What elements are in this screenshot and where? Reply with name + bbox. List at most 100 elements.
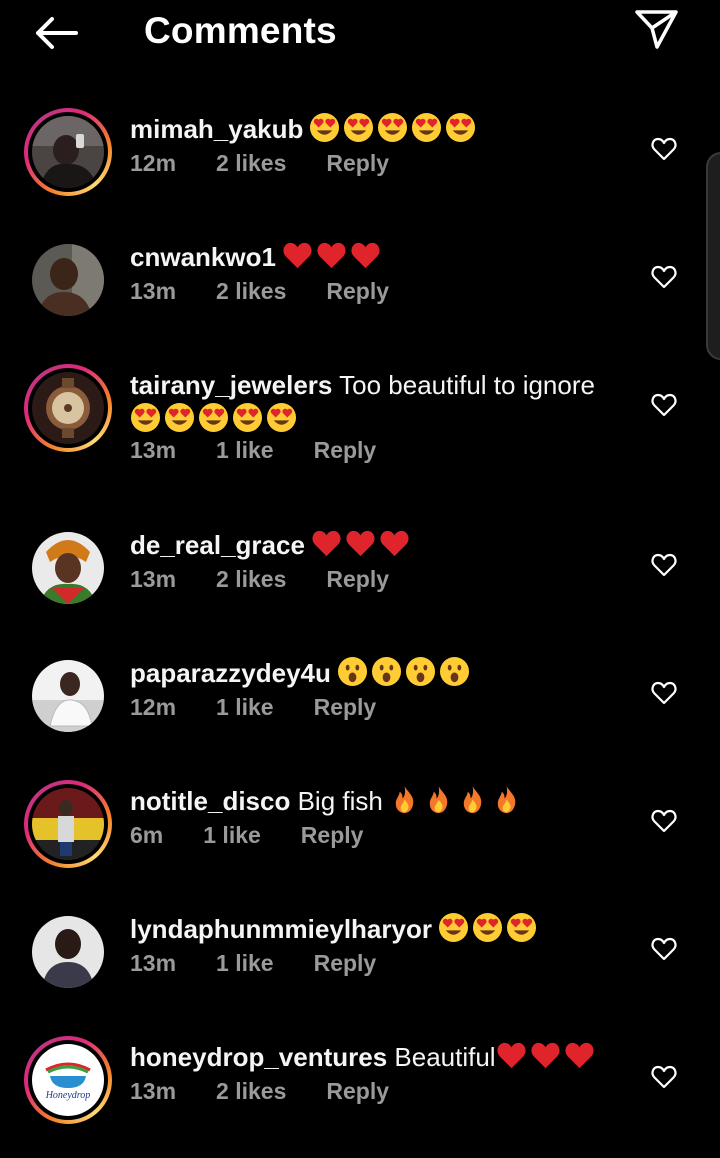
heart-eyes-emoji-icon: [164, 402, 195, 433]
comment-meta: 12m 2 likes Reply: [130, 150, 630, 177]
emoji-group: [389, 784, 522, 815]
likes-count[interactable]: 1 like: [203, 822, 261, 849]
heart-eyes-emoji-icon: [506, 912, 536, 943]
reply-button[interactable]: Reply: [314, 437, 377, 464]
like-button[interactable]: [648, 934, 680, 964]
comment-meta: 13m 2 likes Reply: [130, 566, 630, 593]
red-heart-emoji-icon: [351, 242, 380, 269]
like-button[interactable]: [648, 262, 680, 292]
likes-count[interactable]: 1 like: [216, 694, 274, 721]
likes-count[interactable]: 2 likes: [216, 278, 286, 305]
username[interactable]: honeydrop_ventures: [130, 1042, 387, 1072]
avatar[interactable]: Honeydrop: [24, 1036, 112, 1124]
comment-text: tairany_jewelers Too beautiful to ignore: [130, 368, 630, 433]
username[interactable]: de_real_grace: [130, 530, 305, 560]
comment-meta: 6m 1 like Reply: [130, 822, 630, 849]
share-button[interactable]: [628, 4, 684, 54]
heart-outline-icon: [651, 137, 677, 161]
heart-outline-icon: [651, 553, 677, 577]
username[interactable]: lyndaphunmmieylharyor: [130, 914, 432, 944]
comment-time: 13m: [130, 950, 177, 976]
red-heart-emoji-icon: [317, 242, 346, 269]
like-button[interactable]: [648, 134, 680, 164]
likes-count[interactable]: 1 like: [216, 950, 274, 977]
comment-message: Beautiful: [394, 1042, 496, 1072]
like-button[interactable]: [648, 678, 680, 708]
profile-photo: [32, 116, 104, 188]
reply-button[interactable]: Reply: [326, 150, 389, 177]
red-heart-emoji-icon: [312, 530, 341, 557]
comment-text: honeydrop_ventures Beautiful: [130, 1040, 630, 1074]
comment-time: 6m: [130, 822, 164, 848]
logo-text: Honeydrop: [45, 1090, 91, 1101]
likes-count[interactable]: 2 likes: [216, 150, 286, 177]
like-button[interactable]: [648, 390, 680, 420]
emoji-group: [496, 1040, 595, 1071]
red-heart-emoji-icon: [283, 242, 312, 269]
avatar[interactable]: [24, 108, 112, 196]
likes-count[interactable]: 2 likes: [216, 1078, 286, 1105]
comment-time: 13m: [130, 278, 177, 304]
profile-photo: [32, 532, 104, 604]
red-heart-emoji-icon: [531, 1042, 560, 1069]
username[interactable]: mimah_yakub: [130, 114, 303, 144]
comment-text: de_real_grace: [130, 528, 630, 562]
heart-eyes-emoji-icon: [198, 402, 229, 433]
astonished-emoji-icon: [405, 656, 435, 687]
username[interactable]: tairany_jewelers: [130, 370, 332, 400]
reply-button[interactable]: Reply: [326, 278, 389, 305]
red-heart-emoji-icon: [497, 1042, 526, 1069]
reply-button[interactable]: Reply: [301, 822, 364, 849]
avatar[interactable]: [24, 780, 112, 868]
username[interactable]: notitle_disco: [130, 786, 290, 816]
heart-eyes-emoji-icon: [232, 402, 263, 433]
page-title: Comments: [144, 10, 337, 51]
red-heart-emoji-icon: [565, 1042, 594, 1069]
likes-count[interactable]: 2 likes: [216, 566, 286, 593]
heart-outline-icon: [651, 265, 677, 289]
comment-meta: 13m 1 like Reply: [130, 437, 630, 464]
profile-photo: [32, 372, 104, 444]
emoji-group: [337, 656, 470, 687]
astonished-emoji-icon: [337, 656, 367, 687]
heart-eyes-emoji-icon: [266, 402, 297, 433]
comment-meta: 13m 2 likes Reply: [130, 278, 630, 305]
heart-eyes-emoji-icon: [412, 112, 442, 143]
fire-emoji-icon: [497, 785, 516, 814]
reply-button[interactable]: Reply: [314, 694, 377, 721]
fire-emoji-icon: [429, 785, 448, 814]
avatar[interactable]: [24, 652, 112, 740]
back-button[interactable]: [28, 10, 84, 56]
comment-text: notitle_disco Big fish: [130, 784, 630, 818]
avatar[interactable]: [24, 364, 112, 452]
red-heart-emoji-icon: [380, 530, 409, 557]
heart-eyes-emoji-icon: [310, 112, 340, 143]
comment-meta: 13m 1 like Reply: [130, 950, 630, 977]
avatar[interactable]: [24, 524, 112, 612]
heart-outline-icon: [651, 1065, 677, 1089]
like-button[interactable]: [648, 1062, 680, 1092]
reply-button[interactable]: Reply: [314, 950, 377, 977]
heart-eyes-emoji-icon: [344, 112, 374, 143]
fast-scroll-handle[interactable]: [706, 152, 720, 360]
red-heart-emoji-icon: [346, 530, 375, 557]
comment-meta: 12m 1 like Reply: [130, 694, 630, 721]
reply-button[interactable]: Reply: [326, 566, 389, 593]
like-button[interactable]: [648, 550, 680, 580]
heart-outline-icon: [651, 809, 677, 833]
username[interactable]: cnwankwo1: [130, 242, 276, 272]
reply-button[interactable]: Reply: [326, 1078, 389, 1105]
fire-emoji-icon: [463, 785, 482, 814]
emoji-group: [309, 112, 476, 143]
heart-eyes-emoji-icon: [130, 402, 161, 433]
like-button[interactable]: [648, 806, 680, 836]
comment-time: 13m: [130, 437, 177, 463]
avatar[interactable]: [24, 908, 112, 996]
profile-photo: [32, 788, 104, 860]
comment-time: 13m: [130, 1078, 177, 1104]
likes-count[interactable]: 1 like: [216, 437, 274, 464]
avatar[interactable]: [24, 236, 112, 324]
username[interactable]: paparazzydey4u: [130, 658, 331, 688]
comment-text: lyndaphunmmieylharyor: [130, 912, 630, 946]
emoji-group: [438, 912, 537, 943]
